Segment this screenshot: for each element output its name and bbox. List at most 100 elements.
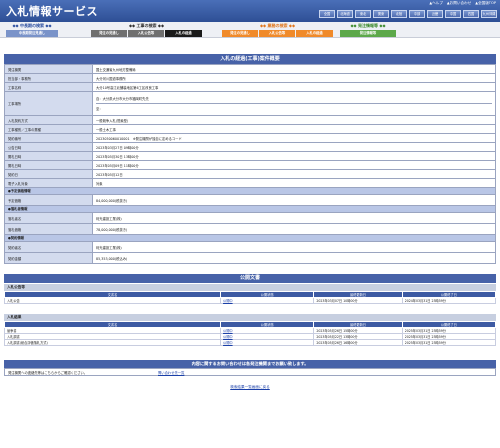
case-summary: 入札の経過(工事)案件概要 発注機関 国土交通省九州地方整備局 担当部・事務所 大分河… — [4, 54, 496, 264]
summary-row: 電子入札対象 対象 — [4, 178, 496, 188]
document-row: 入札公告 公開中 2023年03月07日 10時00分 2024年03月31日 23時… — [3, 297, 497, 304]
summary-row: 工事場所 自：大分県大分市大分市福岡町先先至： — [4, 91, 496, 116]
summary-row: 公告日時 2023年03月27日 09時00分 — [4, 142, 496, 152]
subsection-header: ●落札者情報 — [4, 205, 496, 213]
document-doc: 入札公告 — [3, 297, 222, 304]
row-label: 発注機関 — [4, 64, 93, 74]
summary-row: 落札者名 利光建設工業(株) — [4, 212, 496, 224]
row-value: 国土交通省九州地方整備局 — [92, 64, 496, 74]
row-value: 78,000,000(税抜き) — [92, 223, 496, 235]
document-updated: 2023年03月07日 10時00分 — [313, 297, 403, 304]
published-documents: 公開文書 入札公告等 文書名 公開状態 最終更新日 公開終了日 入札公告 公開中 2023年0… — [3, 274, 497, 346]
back-to-results-link[interactable]: 検索結果一覧画面に戻る — [230, 385, 270, 389]
service-outlook-button[interactable]: 発注の見通し — [222, 30, 258, 37]
region-tabs: 全国 北海道 東北 関東 北陸 中部 近畿 中国 四国 九州沖縄 — [319, 10, 497, 18]
service-search-group: ◆◆ 業務の検索 ◆◆ 発注の見通し 入札公告等 入札の経過 — [222, 23, 333, 37]
service-result-button[interactable]: 入札の経過 — [296, 30, 333, 37]
row-label: 担当部・事務所 — [4, 73, 93, 83]
row-label: 開札日時 — [4, 160, 93, 170]
row-value: 大分河川国道事務所 — [92, 73, 496, 83]
row-label: 契約金額 — [4, 252, 93, 264]
order-info-button[interactable]: 発注情報等 — [340, 30, 396, 37]
region-tab[interactable]: 全国 — [319, 10, 335, 18]
region-tab[interactable]: 四国 — [463, 10, 479, 18]
row-value: 自：大分県大分市大分市福岡町先先至： — [92, 91, 496, 116]
row-value: 84,000,000(税抜き) — [92, 194, 496, 206]
row-label: 契約日 — [4, 169, 93, 179]
region-tab[interactable]: 北陸 — [391, 10, 407, 18]
national-top-link[interactable]: ▲全国版TOP — [475, 1, 496, 6]
row-label: 工事場所 — [4, 91, 93, 116]
service-notice-button[interactable]: 入札公告等 — [259, 30, 295, 37]
documents-title: 公開文書 — [4, 274, 496, 283]
summary-row: 開札日時 2023年05月09日 11時00分 — [4, 160, 496, 170]
region-tab[interactable]: 中国 — [445, 10, 461, 18]
row-label: 公告日時 — [4, 142, 93, 152]
row-label: 契約者名 — [4, 241, 93, 253]
search-menu: ◆◆ 中長期の検索 ◆◆ 中長期発注見通し ◆◆ 工事の検索 ◆◆ 発注の見通し… — [0, 22, 500, 38]
group-label: ◆◆ 中長期の検索 ◆◆ — [12, 23, 52, 28]
summary-row: 予定価格 84,000,000(税抜き) — [4, 194, 496, 206]
group-label: ◆◆ 工事の検索 ◆◆ — [128, 23, 165, 28]
contact-link[interactable]: ▲お問い合わせ — [447, 1, 471, 6]
contact-title: 内容に関するお問い合わせは各発注機関までお願い致します。 — [4, 360, 496, 368]
documents-table: 文書名 公開状態 最終更新日 公開終了日 競争書 公開中 2023年05月26日 15時00… — [3, 321, 497, 346]
contact-row: 発注機関への連絡先等はこちらからご確認ください。 問い合わせ先一覧 — [4, 368, 496, 376]
case-summary-table: 発注機関 国土交通省九州地方整備局 担当部・事務所 大分河川国道事務所 工事名称 大分10… — [4, 64, 496, 264]
document-end: 2024年03月31日 23時59分 — [401, 297, 497, 304]
summary-row: 契約日 2023年05月12日 — [4, 169, 496, 179]
row-value: 大分10号高江北舗装地区第6工区改良工事 — [92, 82, 496, 92]
group-label: ◆◆ 業務の検索 ◆◆ — [259, 23, 296, 28]
region-tab[interactable]: 関東 — [373, 10, 389, 18]
construction-notice-button[interactable]: 入札公告等 — [128, 30, 164, 37]
row-value: 2023050060010001 ※発注機関が独自に定めるコード — [92, 133, 496, 143]
summary-row: 契約者名 利光建設工業(株) — [4, 241, 496, 253]
row-value: 2023年03月27日 09時00分 — [92, 142, 496, 152]
row-value: 2023年05月09日 11時00分 — [92, 160, 496, 170]
subsection-header: ●契約情報 — [4, 234, 496, 242]
row-label: 落札価格 — [4, 223, 93, 235]
region-tab[interactable]: 中部 — [409, 10, 425, 18]
summary-row: 発注機関 国土交通省九州地方整備局 — [4, 64, 496, 74]
help-link[interactable]: ▲ヘルプ — [429, 1, 443, 6]
row-value: 対象 — [92, 178, 496, 188]
row-label: 電子入札対象 — [4, 178, 93, 188]
region-tab[interactable]: 近畿 — [427, 10, 443, 18]
summary-row: 契約番号 2023050060010001 ※発注機関が独自に定めるコード — [4, 133, 496, 143]
construction-outlook-button[interactable]: 発注の見通し — [91, 30, 127, 37]
summary-row: 契約金額 85,353,000(税込み) — [4, 252, 496, 264]
summary-row: 入札契約方式 一般競争入札(簡素型) — [4, 115, 496, 125]
row-value: 2023年05月30日 13時00分 — [92, 151, 496, 161]
row-label: 工事種別／工事の業種 — [4, 124, 93, 134]
region-tab[interactable]: 北海道 — [337, 10, 353, 18]
location-from: 自：大分県大分市大分市福岡町先先 — [96, 94, 492, 104]
construction-result-button[interactable]: 入札の経過 — [165, 30, 202, 37]
document-doc: 入札調書(総合評価落札方式) — [3, 339, 222, 346]
document-state-link[interactable]: 公開中 — [220, 339, 315, 346]
document-group-title: 入札結果 — [4, 314, 496, 321]
row-value: 一般土木工事 — [92, 124, 496, 134]
site-logo[interactable]: 入札情報サービス — [6, 3, 98, 19]
row-value: 利光建設工業(株) — [92, 212, 496, 224]
contact-text: 発注機関への連絡先等はこちらからご確認ください。 — [8, 370, 88, 375]
midterm-search-group: ◆◆ 中長期の検索 ◆◆ 中長期発注見通し — [6, 23, 58, 37]
summary-row: 担当部・事務所 大分河川国道事務所 — [4, 73, 496, 83]
summary-row: 開札日時 2023年05月30日 13時00分 — [4, 151, 496, 161]
location-to: 至： — [96, 107, 103, 111]
summary-row: 落札価格 78,000,000(税抜き) — [4, 223, 496, 235]
region-tab[interactable]: 東北 — [355, 10, 371, 18]
summary-row: 工事種別／工事の業種 一般土木工事 — [4, 124, 496, 134]
row-value: 一般競争入札(簡素型) — [92, 115, 496, 125]
row-label: 工事名称 — [4, 82, 93, 92]
row-label: 契約番号 — [4, 133, 93, 143]
row-label: 開札日時 — [4, 151, 93, 161]
midterm-outlook-button[interactable]: 中長期発注見通し — [6, 30, 58, 37]
row-label: 入札契約方式 — [4, 115, 93, 125]
document-row: 入札調書(総合評価落札方式) 公開中 2023年05月26日 16時00分 2025年… — [3, 339, 497, 346]
contact-list-link[interactable]: 問い合わせ先一覧 — [158, 370, 184, 375]
summary-row: 工事名称 大分10号高江北舗装地区第6工区改良工事 — [4, 82, 496, 92]
row-value: 2023年05月12日 — [92, 169, 496, 179]
document-state-link[interactable]: 公開中 — [220, 297, 315, 304]
region-tab[interactable]: 九州沖縄 — [481, 10, 497, 18]
site-header: 入札情報サービス ▲ヘルプ ▲お問い合わせ ▲全国版TOP 全国 北海道 東北 … — [0, 0, 500, 22]
